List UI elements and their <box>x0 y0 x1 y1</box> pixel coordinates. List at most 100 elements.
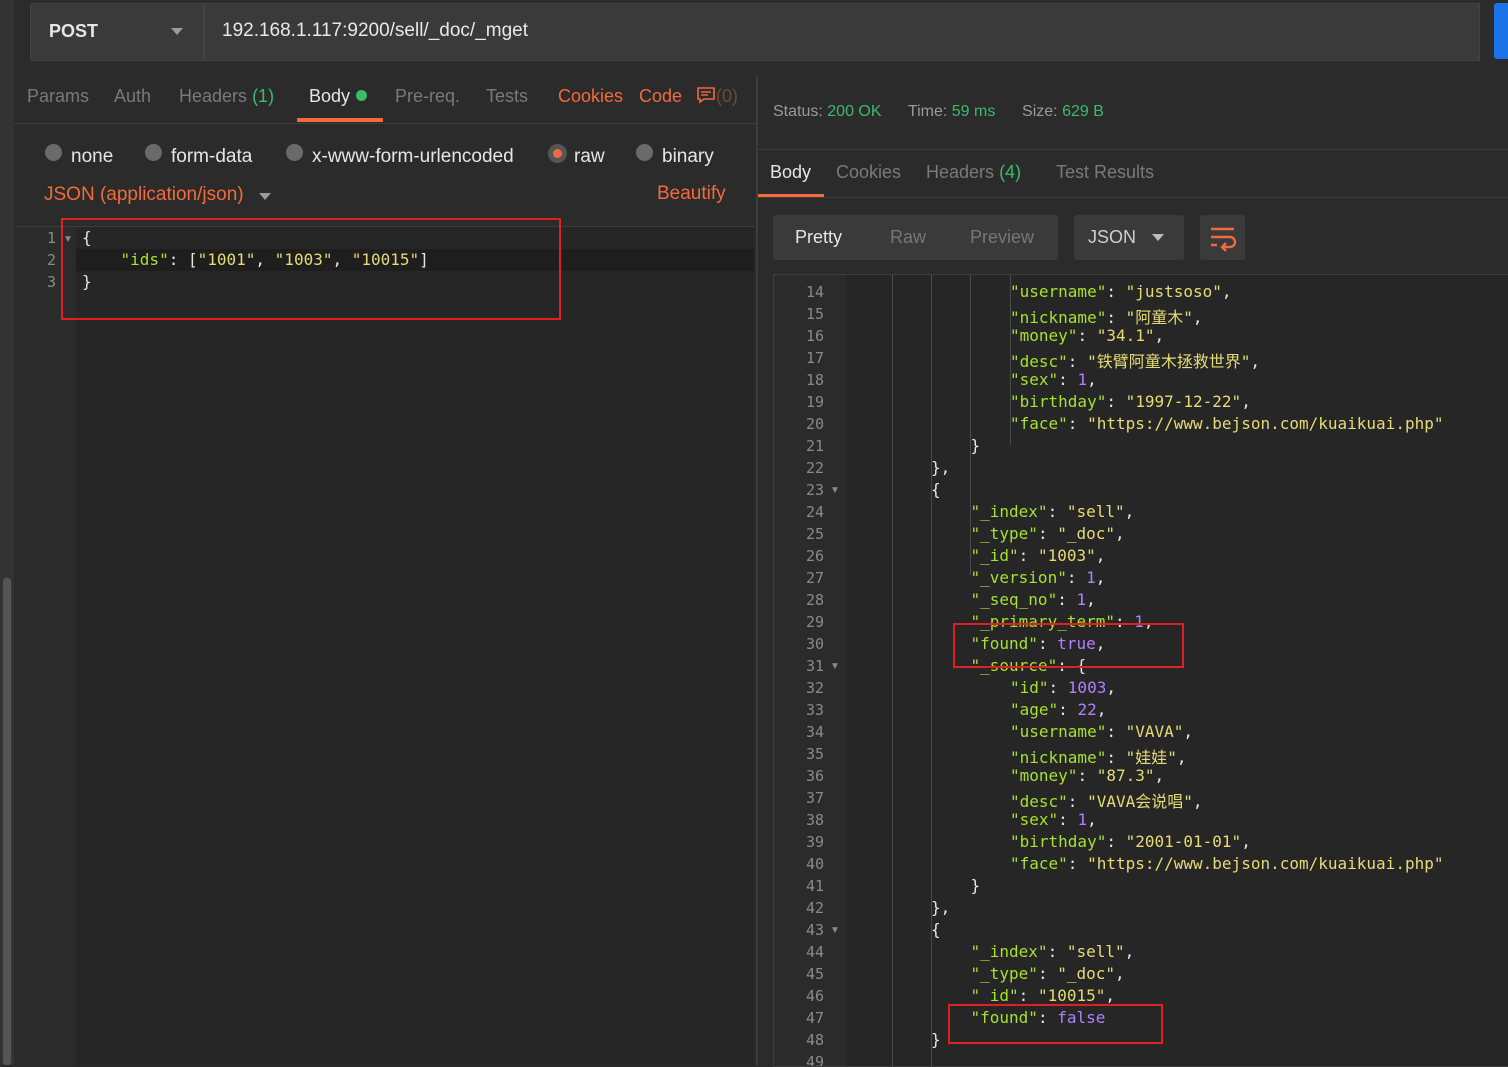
json-punctuation: , <box>1095 568 1106 587</box>
code-line: "_index": "sell", <box>970 942 1135 961</box>
comments-count: (0) <box>716 86 738 106</box>
radio-urlencoded[interactable]: x-www-form-urlencoded <box>286 144 514 168</box>
radio-none[interactable]: none <box>45 144 113 168</box>
json-value: "_doc" <box>1057 964 1115 983</box>
comment-icon <box>697 87 715 104</box>
view-raw-button[interactable]: Raw <box>890 227 926 248</box>
resp-tab-headers[interactable]: Headers (4) <box>926 162 1021 183</box>
json-punctuation: , <box>1183 722 1194 741</box>
line-number: 33 <box>805 701 824 719</box>
line-number: 38 <box>805 811 824 829</box>
json-punctuation: , <box>1221 282 1232 301</box>
code-line: "birthday": "1997-12-22", <box>1010 392 1251 411</box>
radio-binary[interactable]: binary <box>636 144 714 168</box>
chevron-down-icon[interactable] <box>259 193 271 200</box>
beautify-button[interactable]: Beautify <box>657 183 726 205</box>
radio-raw-label: raw <box>574 146 605 167</box>
code-line: "_seq_no": 1, <box>970 590 1096 609</box>
tab-tests[interactable]: Tests <box>486 86 528 107</box>
response-body-viewer[interactable]: 14 15 16 17 18 19 20 21 22 23 ▼ 24 25 26 27 28 29 30 31 ▼ 32… <box>773 274 1508 1067</box>
line-number: 27 <box>805 569 824 587</box>
code-link[interactable]: Code <box>639 86 682 107</box>
url-input[interactable]: 192.168.1.117:9200/sell/_doc/_mget <box>204 3 1480 61</box>
line-number: 17 <box>805 349 824 367</box>
code-line: "_id": "1003", <box>970 546 1106 565</box>
json-key: "username" <box>1010 282 1107 301</box>
highlight-box <box>953 623 1184 668</box>
fold-arrow-icon[interactable]: ▼ <box>830 661 840 672</box>
json-value: 1 <box>1077 370 1088 389</box>
radio-form-data[interactable]: form-data <box>145 144 252 168</box>
json-punctuation: , <box>1154 326 1165 345</box>
language-select[interactable]: JSON <box>1074 215 1184 260</box>
line-number: 1 <box>46 229 56 247</box>
line-number: 2 <box>46 251 56 269</box>
fold-arrow-icon[interactable]: ▼ <box>830 485 840 496</box>
json-key: "username" <box>1010 722 1107 741</box>
tab-params[interactable]: Params <box>27 86 89 107</box>
json-punctuation: , <box>1105 986 1116 1005</box>
json-punctuation: , <box>1086 590 1096 609</box>
method-select[interactable]: POST <box>30 3 204 61</box>
code-line: "face": "https://www.bejson.com/kuaikuai… <box>1010 854 1444 873</box>
send-button[interactable] <box>1494 3 1508 59</box>
json-key: "nickname" <box>1010 748 1107 767</box>
line-number: 43 <box>805 921 824 939</box>
request-body-editor[interactable]: 1 ▼ 2 3 { "ids": ["1001", "1003", "10015… <box>16 226 754 1066</box>
code-line: { <box>931 920 941 939</box>
code-line: { <box>931 480 941 499</box>
response-meta: Status: 200 OK Time: 59 ms Size: 629 B <box>773 103 1104 121</box>
left-scrollbar[interactable] <box>0 0 14 1065</box>
code-line: "_type": "_doc", <box>970 964 1125 983</box>
divider <box>14 123 756 124</box>
json-key: "birthday" <box>1010 832 1107 851</box>
tab-headers[interactable]: Headers (1) <box>179 86 274 107</box>
status-label: Status: <box>773 103 823 120</box>
wrap-icon <box>1211 227 1237 252</box>
resp-tab-cookies[interactable]: Cookies <box>836 162 901 183</box>
content-type-select[interactable]: JSON (application/json) <box>44 184 244 206</box>
tab-prereq[interactable]: Pre-req. <box>395 86 460 107</box>
line-number: 18 <box>805 371 824 389</box>
radio-icon <box>286 144 303 161</box>
view-pretty-button[interactable]: Pretty <box>795 227 842 248</box>
json-value: "34.1" <box>1096 326 1155 345</box>
scrollbar-thumb[interactable] <box>3 578 11 1065</box>
json-value: "sell" <box>1066 942 1125 961</box>
json-key: "_version" <box>970 568 1067 587</box>
resp-tab-body[interactable]: Body <box>770 162 811 183</box>
radio-raw[interactable]: raw <box>548 144 605 168</box>
wrap-lines-button[interactable] <box>1200 215 1245 260</box>
fold-arrow-icon[interactable]: ▼ <box>830 925 840 936</box>
json-key: "_id" <box>970 986 1019 1005</box>
line-number: 42 <box>805 899 824 917</box>
highlight-box <box>948 1004 1163 1044</box>
json-key: "_id" <box>970 546 1019 565</box>
json-key: "face" <box>1010 854 1068 873</box>
json-value: "87.3" <box>1096 766 1155 785</box>
code-line: } <box>971 436 981 455</box>
code-line: "username": "VAVA", <box>1010 722 1194 741</box>
response-pane: Status: 200 OK Time: 59 ms Size: 629 B B… <box>758 76 1508 1067</box>
body-modified-dot <box>356 90 368 101</box>
json-key: "_index" <box>970 942 1048 961</box>
line-number: 22 <box>805 459 824 477</box>
view-preview-button[interactable]: Preview <box>970 227 1034 248</box>
tab-headers-label: Headers <box>179 86 248 106</box>
code-line: "age": 22, <box>1010 700 1107 719</box>
json-value: "VAVA" <box>1125 722 1184 741</box>
radio-icon <box>145 144 162 161</box>
radio-urlencoded-label: x-www-form-urlencoded <box>312 146 514 167</box>
json-value: "https://www.bejson.com/kuaikuai.php" <box>1087 414 1444 433</box>
json-key: "desc" <box>1010 792 1068 811</box>
tab-body[interactable]: Body <box>309 86 368 107</box>
comments-button[interactable]: (0) <box>696 86 738 107</box>
line-number: 14 <box>805 283 824 301</box>
cookies-link[interactable]: Cookies <box>558 86 623 107</box>
line-number: 20 <box>805 415 824 433</box>
json-key: "_index" <box>970 502 1048 521</box>
json-punctuation: }, <box>931 458 951 477</box>
json-key: "_type" <box>970 524 1038 543</box>
tab-auth[interactable]: Auth <box>114 86 151 107</box>
resp-tab-test-results[interactable]: Test Results <box>1056 162 1154 183</box>
